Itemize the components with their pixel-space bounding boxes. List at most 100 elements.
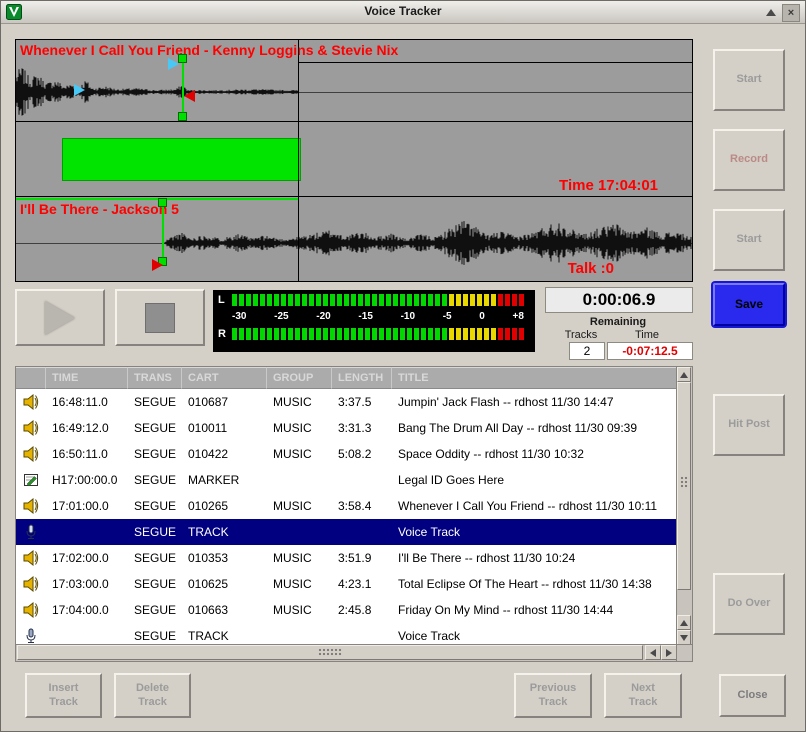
meter-segment xyxy=(477,294,482,306)
log-row[interactable]: 16:50:11.0SEGUE010422MUSIC5:08.2Space Od… xyxy=(16,441,677,467)
fade-marker-icon[interactable] xyxy=(152,259,163,271)
track1-waveform-strip[interactable]: Whenever I Call You Friend - Kenny Loggi… xyxy=(16,40,692,122)
meter-scale-label: -15 xyxy=(358,311,372,322)
window-title: Voice Tracker xyxy=(1,4,805,18)
log-cell: SEGUE xyxy=(128,525,182,539)
close-window-button[interactable]: × xyxy=(782,4,800,22)
column-header-cart[interactable]: CART xyxy=(182,367,267,389)
log-row[interactable]: 16:49:12.0SEGUE010011MUSIC3:31.3Bang The… xyxy=(16,415,677,441)
marker-handle[interactable] xyxy=(178,112,187,121)
stop-button[interactable] xyxy=(115,289,205,346)
log-row[interactable]: 17:03:00.0SEGUE010625MUSIC4:23.1Total Ec… xyxy=(16,571,677,597)
log-row[interactable]: 17:02:00.0SEGUE010353MUSIC3:51.9I'll Be … xyxy=(16,545,677,571)
meter-segment xyxy=(274,328,279,340)
scrollbar-corner xyxy=(676,644,692,661)
meter-scale: -30-25-20-15-10-50+8 xyxy=(232,311,524,322)
meter-segment xyxy=(491,294,496,306)
column-header-group[interactable]: GROUP xyxy=(267,367,332,389)
log-cell: 010625 xyxy=(182,577,267,591)
log-cell: 16:50:11.0 xyxy=(46,447,128,461)
segue-marker-icon[interactable] xyxy=(168,58,179,70)
log-cell: 010011 xyxy=(182,421,267,435)
arrow-left-icon xyxy=(650,649,656,657)
play-button[interactable] xyxy=(15,289,105,346)
track2-waveform-strip[interactable]: I'll Be There - Jackson 5 Talk :0 xyxy=(16,197,692,281)
waveform-editor[interactable]: Whenever I Call You Friend - Kenny Loggi… xyxy=(15,39,693,282)
meter-segment xyxy=(267,328,272,340)
log-row[interactable]: 17:04:00.0SEGUE010663MUSIC2:45.8Friday O… xyxy=(16,597,677,623)
voice-track-strip[interactable]: Time 17:04:01 xyxy=(16,122,692,197)
horizontal-scrollbar[interactable] xyxy=(16,644,677,661)
log-cell: Whenever I Call You Friend -- rdhost 11/… xyxy=(392,499,677,513)
stop-icon xyxy=(145,303,175,333)
talk-time-label: Talk :0 xyxy=(568,260,614,277)
scroll-up-button-2[interactable] xyxy=(677,615,691,630)
meter-segment xyxy=(470,328,475,340)
log-cell: Friday On My Mind -- rdhost 11/30 14:44 xyxy=(392,603,677,617)
log-cell: MUSIC xyxy=(267,447,332,461)
log-cell: Total Eclipse Of The Heart -- rdhost 11/… xyxy=(392,577,677,591)
remaining-time-label: Time xyxy=(619,329,675,341)
meter-segment xyxy=(435,328,440,340)
do-over-button[interactable]: Do Over xyxy=(713,573,785,635)
log-cell: 5:08.2 xyxy=(332,447,392,461)
maximize-button[interactable] xyxy=(763,4,779,20)
meter-segment xyxy=(386,294,391,306)
scroll-down-button[interactable] xyxy=(677,630,691,645)
meter-segment xyxy=(309,294,314,306)
arrow-right-icon xyxy=(666,649,672,657)
log-row[interactable]: SEGUETRACKVoice Track xyxy=(16,519,677,545)
track1-start-marker-line[interactable] xyxy=(182,57,184,120)
segue-marker-icon[interactable] xyxy=(74,84,85,96)
record-button[interactable]: Record xyxy=(713,129,785,191)
log-row[interactable]: 16:48:11.0SEGUE010687MUSIC3:37.5Jumpin' … xyxy=(16,389,677,415)
delete-track-button[interactable]: Delete Track xyxy=(114,673,191,718)
titlebar[interactable]: Voice Tracker × xyxy=(1,1,805,24)
column-header-time[interactable]: TIME xyxy=(46,367,128,389)
meter-scale-label: -10 xyxy=(401,311,415,322)
log-cell: SEGUE xyxy=(128,499,182,513)
vertical-scrollbar[interactable] xyxy=(676,367,692,645)
meter-segment xyxy=(281,328,286,340)
meter-segment xyxy=(232,328,237,340)
log-row[interactable]: SEGUETRACKVoice Track xyxy=(16,623,677,645)
speaker-icon xyxy=(16,446,46,462)
grid-line xyxy=(298,62,692,63)
column-header-length[interactable]: LENGTH xyxy=(332,367,392,389)
start-track1-button[interactable]: Start xyxy=(713,49,785,111)
log-cell: SEGUE xyxy=(128,551,182,565)
meter-scale-label: 0 xyxy=(479,311,485,322)
track2-start-marker-line[interactable] xyxy=(162,200,164,263)
marker-handle[interactable] xyxy=(178,54,187,63)
save-button[interactable]: Save xyxy=(713,283,785,326)
column-header-trans[interactable]: TRANS xyxy=(128,367,182,389)
edit-cursor[interactable] xyxy=(298,40,299,281)
speaker-icon xyxy=(16,394,46,410)
log-row[interactable]: H17:00:00.0SEGUEMARKERLegal ID Goes Here xyxy=(16,467,677,493)
log-cell: SEGUE xyxy=(128,603,182,617)
start-track2-button[interactable]: Start xyxy=(713,209,785,271)
marker-handle[interactable] xyxy=(158,198,167,207)
scroll-right-button[interactable] xyxy=(661,645,677,660)
close-button[interactable]: Close xyxy=(719,674,786,717)
meter-scale-label: -25 xyxy=(274,311,288,322)
remaining-tracks-label: Tracks xyxy=(551,329,611,341)
meter-segment xyxy=(498,328,503,340)
meter-segment xyxy=(302,294,307,306)
column-header-icon[interactable] xyxy=(16,367,46,389)
fade-marker-icon[interactable] xyxy=(184,90,195,102)
next-track-button[interactable]: Next Track xyxy=(604,673,682,718)
insert-track-button[interactable]: Insert Track xyxy=(25,673,102,718)
speaker-icon xyxy=(16,550,46,566)
meter-segment xyxy=(323,328,328,340)
voice-track-region[interactable] xyxy=(62,138,301,181)
column-header-title[interactable]: TITLE xyxy=(392,367,677,389)
log-row[interactable]: 17:01:00.0SEGUE010265MUSIC3:58.4Whenever… xyxy=(16,493,677,519)
meter-row-left xyxy=(232,294,526,306)
horizontal-scroll-thumb[interactable] xyxy=(17,645,643,660)
previous-track-button[interactable]: Previous Track xyxy=(514,673,592,718)
scroll-left-button[interactable] xyxy=(645,645,661,660)
scroll-up-button[interactable] xyxy=(677,367,691,382)
vertical-scroll-thumb[interactable] xyxy=(677,382,691,590)
hit-post-button[interactable]: Hit Post xyxy=(713,394,785,456)
